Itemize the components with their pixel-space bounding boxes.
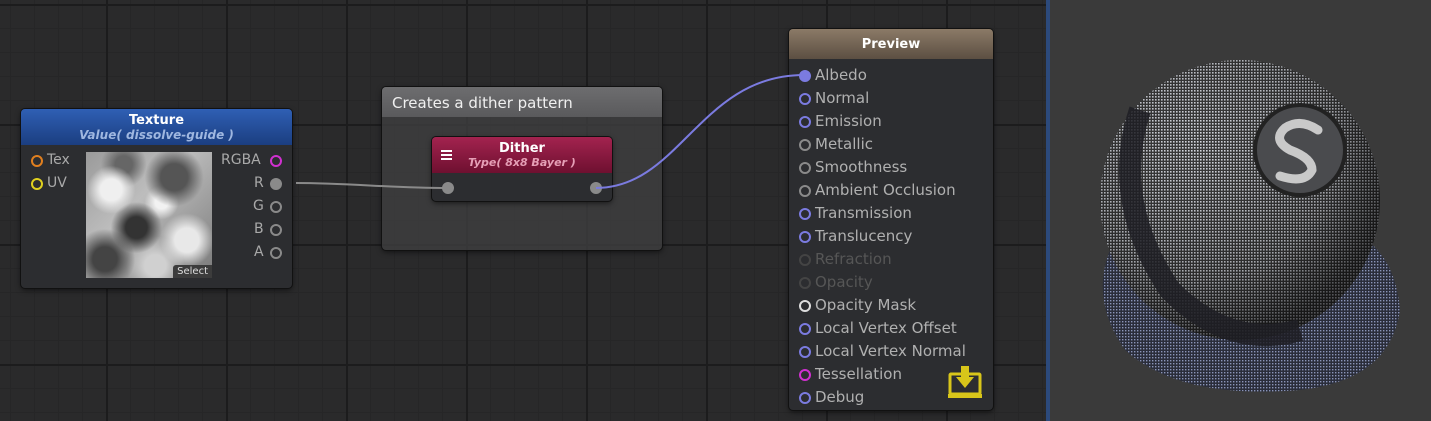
output-input-port[interactable] (799, 162, 811, 174)
uv-input-label: UV (47, 175, 67, 191)
output-input-port[interactable] (799, 254, 811, 266)
output-port-label: Metallic (815, 135, 873, 153)
output-input-port[interactable] (799, 369, 811, 381)
rgba-output-port[interactable] (270, 155, 282, 167)
b-output-port[interactable] (270, 224, 282, 236)
dither-input-port[interactable] (442, 182, 454, 194)
comment-title: Creates a dither pattern (392, 94, 573, 112)
save-icon[interactable] (947, 365, 983, 401)
g-output-label: G (253, 198, 264, 214)
output-input-port[interactable] (799, 185, 811, 197)
dither-node-title: Dither (499, 141, 545, 156)
output-input-port[interactable] (799, 346, 811, 358)
output-port-row[interactable]: Metallic (789, 134, 989, 154)
output-input-port[interactable] (799, 300, 811, 312)
output-input-port[interactable] (799, 208, 811, 220)
rgba-output-label: RGBA (221, 152, 261, 168)
a-output-port[interactable] (270, 247, 282, 259)
node-graph-canvas[interactable]: Creates a dither pattern Texture Value( … (0, 0, 1046, 421)
texture-node-header[interactable]: Texture Value( dissolve-guide ) (21, 109, 292, 145)
output-input-port[interactable] (799, 231, 811, 243)
tex-input-port[interactable] (31, 155, 43, 167)
uv-input-port[interactable] (31, 178, 43, 190)
output-port-label: Opacity (815, 273, 873, 291)
b-output-label: B (254, 221, 264, 237)
output-port-label: Debug (815, 388, 865, 406)
texture-node[interactable]: Texture Value( dissolve-guide ) Tex UV S… (21, 109, 292, 288)
output-port-row[interactable]: Opacity (789, 272, 989, 292)
output-port-row[interactable]: Smoothness (789, 157, 989, 177)
output-port-row[interactable]: Normal (789, 88, 989, 108)
output-port-row[interactable]: Local Vertex Offset (789, 318, 989, 338)
dither-node-header[interactable]: Dither Type( 8x8 Bayer ) (432, 137, 612, 173)
output-node[interactable]: Preview Albedo Normal Emission Metallic Smoo… (789, 29, 993, 410)
output-port-row[interactable]: Ambient Occlusion (789, 180, 989, 200)
dither-output-port[interactable] (590, 182, 602, 194)
r-output-port[interactable] (270, 178, 282, 190)
output-input-port[interactable] (799, 392, 811, 404)
output-port-label: Opacity Mask (815, 296, 917, 314)
output-port-row[interactable]: Local Vertex Normal (789, 341, 989, 361)
output-port-row[interactable]: Transmission (789, 203, 989, 223)
output-port-row[interactable]: Refraction (789, 249, 989, 269)
output-node-header[interactable]: Preview (789, 29, 993, 59)
output-input-port[interactable] (799, 116, 811, 128)
comment-header[interactable]: Creates a dither pattern (382, 87, 662, 117)
output-port-label: Local Vertex Offset (815, 319, 957, 337)
output-port-row[interactable]: Emission (789, 111, 989, 131)
output-port-label: Refraction (815, 250, 892, 268)
output-port-row[interactable]: Translucency (789, 226, 989, 246)
texture-node-subtitle: Value( dissolve-guide ) (79, 128, 234, 142)
r-output-label: R (254, 175, 264, 191)
output-node-title: Preview (861, 37, 921, 52)
output-port-label: Albedo (815, 66, 867, 84)
output-port-label: Tessellation (815, 365, 902, 383)
output-port-label: Translucency (815, 227, 913, 245)
output-port-label: Ambient Occlusion (815, 181, 956, 199)
menu-icon[interactable] (441, 150, 452, 160)
dither-node-subtitle: Type( 8x8 Bayer ) (468, 156, 576, 169)
tex-input-label: Tex (47, 152, 70, 168)
output-input-port[interactable] (799, 139, 811, 151)
texture-thumbnail[interactable]: Select (86, 152, 212, 278)
output-input-port[interactable] (799, 323, 811, 335)
select-texture-button[interactable]: Select (173, 265, 212, 278)
output-port-row[interactable]: Albedo (789, 65, 989, 85)
output-port-label: Smoothness (815, 158, 908, 176)
output-port-label: Normal (815, 89, 870, 107)
a-output-label: A (254, 244, 264, 260)
output-input-port[interactable] (799, 93, 811, 105)
output-input-port[interactable] (799, 277, 811, 289)
texture-node-title: Texture (128, 113, 185, 128)
material-preview-panel[interactable] (1050, 0, 1431, 421)
output-input-port[interactable] (799, 70, 811, 82)
output-port-row[interactable]: Opacity Mask (789, 295, 989, 315)
sphere-preview (1100, 60, 1400, 392)
dither-node[interactable]: Dither Type( 8x8 Bayer ) (432, 137, 612, 201)
g-output-port[interactable] (270, 201, 282, 213)
output-port-label: Transmission (815, 204, 912, 222)
output-port-label: Emission (815, 112, 882, 130)
output-port-label: Local Vertex Normal (815, 342, 966, 360)
